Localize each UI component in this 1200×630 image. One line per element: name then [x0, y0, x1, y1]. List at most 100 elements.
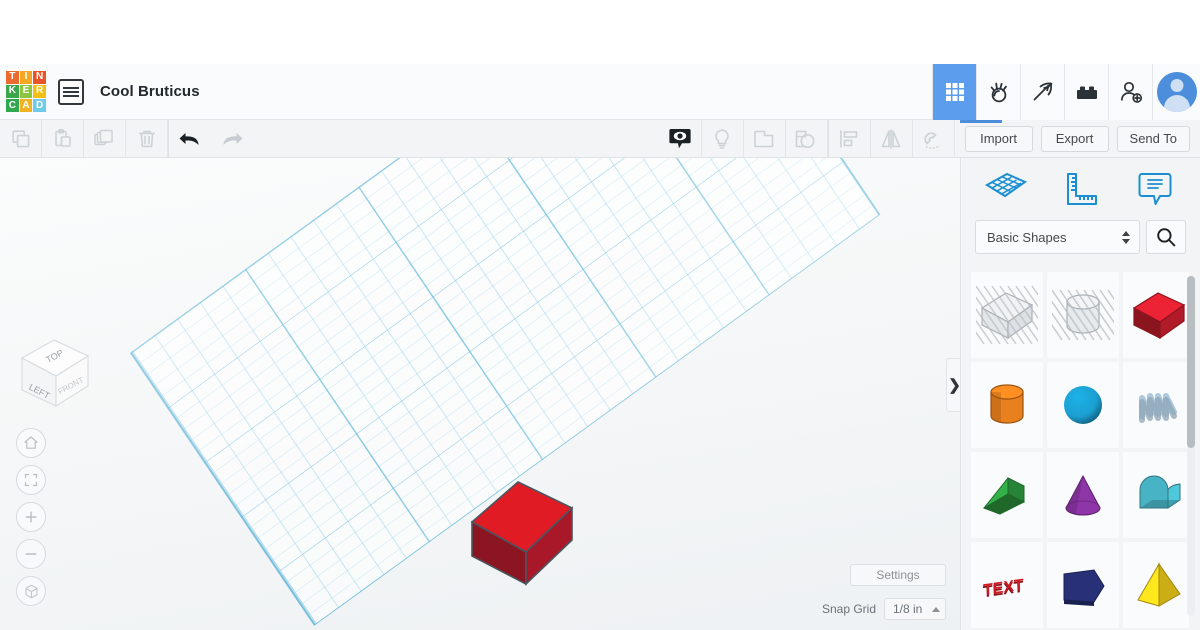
grid-icon: [945, 82, 964, 101]
spinner-icon: [1122, 230, 1130, 244]
main-toolbar: Import Export Send To: [0, 120, 1200, 158]
shape-search-button[interactable]: [1146, 220, 1186, 254]
logo-tile-n: N: [33, 70, 46, 84]
delete-button[interactable]: [126, 120, 168, 157]
note-comment-icon: [1138, 173, 1172, 205]
shape-polygon[interactable]: [1047, 542, 1119, 628]
workplane-grid-icon: [985, 172, 1028, 198]
invite-people-button[interactable]: [1108, 63, 1152, 120]
scribble-thumbnail: [1139, 393, 1177, 423]
view-nav-buttons: [16, 428, 46, 606]
sphere-thumbnail: [1064, 386, 1102, 424]
round-roof-thumbnail: [1139, 475, 1181, 509]
zoom-out-button[interactable]: [16, 539, 46, 569]
browser-blank-strip: [0, 0, 1200, 64]
user-avatar-button[interactable]: [1152, 63, 1200, 120]
magnet-icon: [924, 132, 941, 149]
clipboard-paste-icon: [54, 128, 71, 147]
export-button[interactable]: Export: [1040, 125, 1109, 152]
design-title[interactable]: Cool Bruticus: [100, 83, 200, 100]
cone-thumbnail: [1065, 474, 1101, 516]
settings-button[interactable]: Settings: [850, 564, 946, 586]
view-cube[interactable]: TOP LEFT FRONT: [12, 330, 98, 416]
plus-icon: [25, 511, 37, 523]
snap-grid-label: Snap Grid: [821, 602, 876, 616]
codeblocks-icon: [990, 82, 1007, 102]
snap-grid-select[interactable]: 1/8 in: [884, 598, 946, 620]
light-button[interactable]: [702, 120, 744, 157]
copy-button[interactable]: [0, 120, 42, 157]
undo-button[interactable]: [169, 120, 211, 157]
shape-cone[interactable]: [1047, 452, 1119, 538]
menu-line: [63, 86, 79, 89]
shapes-scrollbar[interactable]: [1187, 276, 1195, 616]
shape-round-roof[interactable]: [1123, 452, 1189, 538]
send-to-button[interactable]: Send To: [1116, 125, 1190, 152]
menu-line: [63, 94, 79, 97]
shapes-panel-tabs: [961, 158, 1200, 220]
duplicate-button[interactable]: [84, 120, 126, 157]
ungroup-button[interactable]: [786, 120, 828, 157]
red-box-object[interactable]: [470, 478, 574, 590]
shapes-scrollbar-thumb[interactable]: [1187, 276, 1195, 448]
shape-cylinder-hole[interactable]: [1047, 272, 1119, 358]
caret-up-icon: [932, 606, 940, 612]
shape-text[interactable]: TEXT TEXT: [971, 542, 1043, 628]
history-tools-group: [169, 120, 253, 157]
magnet-button[interactable]: [913, 120, 955, 157]
import-button[interactable]: Import: [964, 125, 1033, 152]
fit-frame-icon: [24, 473, 38, 487]
tab-notes[interactable]: [1126, 164, 1184, 214]
group-button[interactable]: [744, 120, 786, 157]
logo-tile-a: A: [19, 99, 33, 113]
show-hide-button[interactable]: [660, 120, 702, 157]
shape-roof[interactable]: [971, 452, 1043, 538]
add-user-icon: [1120, 81, 1142, 103]
minecraft-mode-button[interactable]: [1020, 63, 1064, 120]
duplicate-icon: [93, 129, 113, 145]
text-thumbnail: TEXTTEXT: [983, 576, 1025, 602]
shape-category-value: Basic Shapes: [987, 229, 1067, 245]
tab-ruler[interactable]: [1051, 164, 1109, 214]
shape-box-hole[interactable]: [971, 272, 1043, 358]
redo-arrow-icon: [223, 132, 243, 145]
roof-thumbnail: [982, 477, 1026, 515]
tinkercad-logo[interactable]: TINKERCAD: [6, 70, 46, 113]
3d-design-mode-button[interactable]: [932, 63, 976, 120]
zoom-in-button[interactable]: [16, 502, 46, 532]
project-menu-button[interactable]: [58, 78, 84, 105]
shapes-grid: TEXT TEXT: [967, 268, 1189, 630]
perspective-toggle-button[interactable]: [16, 576, 46, 606]
shape-sphere[interactable]: [1047, 362, 1119, 448]
spinner-down: [1122, 238, 1130, 244]
shape-scribble[interactable]: [1123, 362, 1189, 448]
shape-box[interactable]: [1123, 272, 1189, 358]
mirror-button[interactable]: [871, 120, 913, 157]
mirror-flip-icon: [881, 129, 901, 148]
shapes-search-row: Basic Shapes: [961, 220, 1200, 254]
shape-cylinder[interactable]: [971, 362, 1043, 448]
lego-brick-icon: [1076, 86, 1097, 99]
spinner-up: [1122, 230, 1130, 236]
cube-perspective-icon: [24, 584, 38, 598]
user-avatar: [1156, 71, 1197, 112]
undo-arrow-icon: [179, 132, 199, 145]
align-button[interactable]: [829, 120, 871, 157]
tab-shapes-workplane[interactable]: [977, 164, 1035, 214]
fit-to-view-button[interactable]: [16, 465, 46, 495]
codeblocks-mode-button[interactable]: [976, 63, 1020, 120]
search-icon: [1157, 228, 1176, 247]
edit-tools-group: [0, 120, 168, 157]
home-view-button[interactable]: [16, 428, 46, 458]
3d-canvas[interactable]: Workplane TOP LEFT FRONT: [0, 158, 960, 630]
logo-tile-i: I: [19, 70, 33, 84]
redo-button[interactable]: [211, 120, 253, 157]
paste-button[interactable]: [42, 120, 84, 157]
ruler-icon: [1067, 173, 1098, 205]
logo-tile-c: C: [6, 99, 19, 113]
bricks-mode-button[interactable]: [1064, 63, 1108, 120]
shape-pyramid[interactable]: [1123, 542, 1189, 628]
eye-visibility-icon: [669, 128, 691, 148]
box-thumbnail: [1132, 292, 1186, 340]
shape-category-select[interactable]: Basic Shapes: [975, 220, 1140, 254]
